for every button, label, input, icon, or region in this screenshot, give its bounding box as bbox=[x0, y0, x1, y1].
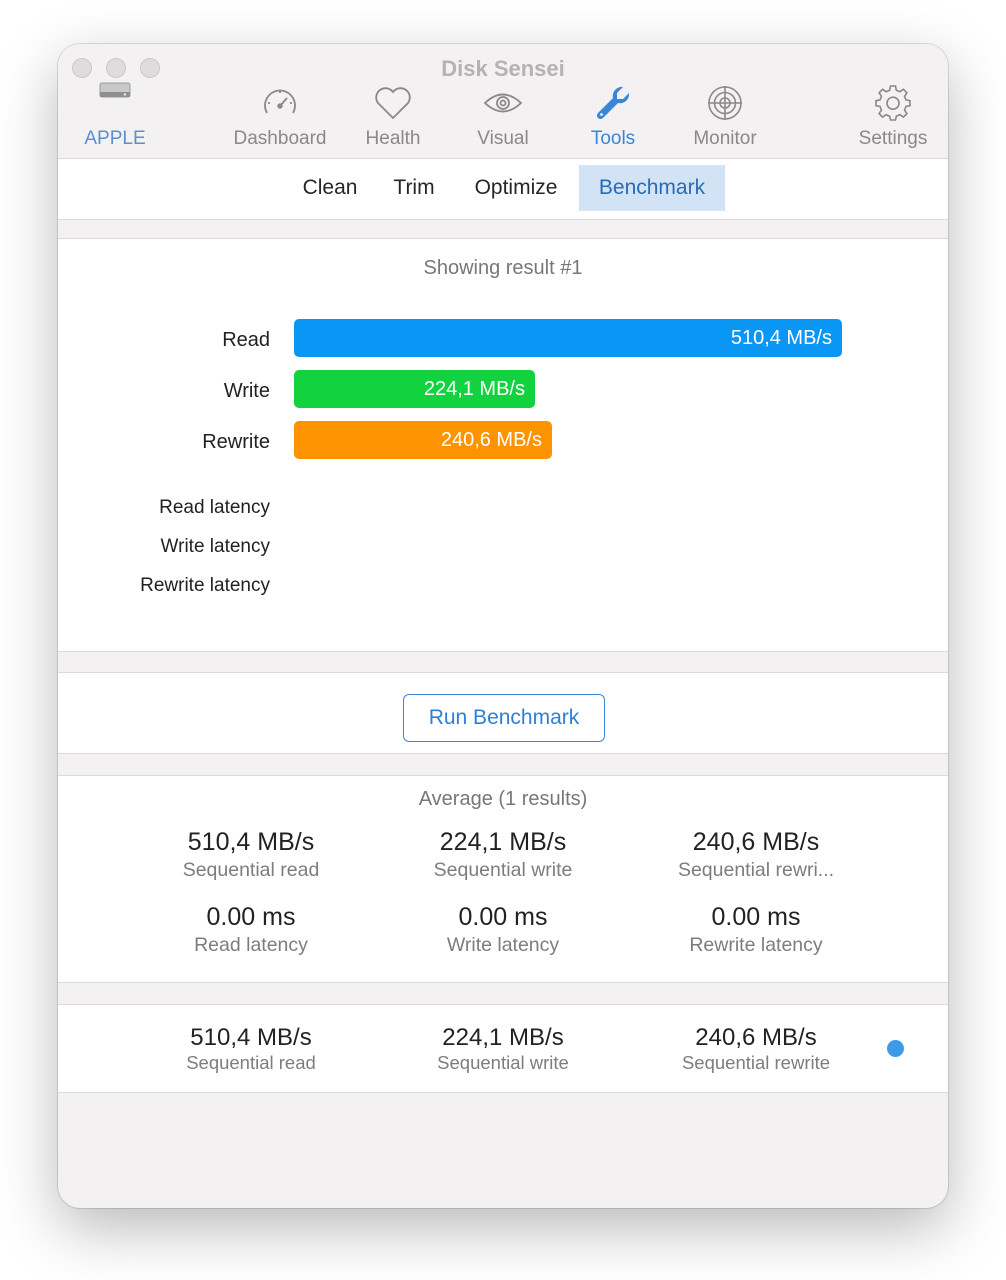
avg-read-latency: 0.00 ms Read latency bbox=[126, 903, 376, 957]
avg-rewrite-latency-value: 0.00 ms bbox=[711, 903, 801, 931]
tab-clean[interactable]: Clean bbox=[290, 165, 370, 211]
toolbar-label-health: Health bbox=[365, 128, 421, 149]
avg-rewrite-label: Sequential rewri... bbox=[677, 859, 835, 881]
avg-write-value: 224,1 MB/s bbox=[439, 828, 567, 856]
avg-write-latency: 0.00 ms Write latency bbox=[378, 903, 628, 957]
gear-icon bbox=[850, 82, 936, 124]
heart-icon bbox=[353, 82, 433, 124]
toolbar-item-settings[interactable]: Settings bbox=[850, 82, 936, 150]
history-rewrite-value: 240,6 MB/s bbox=[695, 1024, 817, 1051]
avg-read-value: 510,4 MB/s bbox=[187, 828, 315, 856]
rewrite-label: Rewrite bbox=[202, 431, 270, 453]
history-read-value: 510,4 MB/s bbox=[190, 1024, 312, 1051]
avg-rewrite-latency-label: Rewrite latency bbox=[689, 934, 823, 956]
toolbar-item-health[interactable]: Health bbox=[353, 82, 433, 150]
read-latency-label: Read latency bbox=[159, 497, 270, 518]
average-caption: Average (1 results) bbox=[418, 788, 588, 810]
history-write-label: Sequential write bbox=[437, 1052, 569, 1073]
avg-read-label: Sequential read bbox=[182, 859, 320, 881]
write-speed-bar: 224,1 MB/s bbox=[294, 370, 535, 408]
toolbar-item-visual[interactable]: Visual bbox=[463, 82, 543, 150]
toolbar: Disk Sensei APPLE Dashboard Health Visua… bbox=[58, 44, 948, 158]
avg-read-latency-label: Read latency bbox=[194, 934, 308, 956]
history-sequential-read: 510,4 MB/s Sequential read bbox=[126, 1024, 376, 1074]
history-sequential-rewrite: 240,6 MB/s Sequential rewrite bbox=[631, 1024, 881, 1074]
read-label: Read bbox=[222, 329, 270, 351]
toolbar-label-settings: Settings bbox=[858, 128, 928, 149]
read-speed-value: 510,4 MB/s bbox=[730, 327, 832, 349]
eye-icon bbox=[463, 82, 543, 124]
toolbar-item-tools[interactable]: Tools bbox=[573, 82, 653, 150]
tools-subtab-bar: Clean Trim Optimize Benchmark bbox=[58, 158, 948, 220]
read-speed-bar: 510,4 MB/s bbox=[294, 319, 842, 357]
toolbar-item-monitor[interactable]: Monitor bbox=[680, 82, 770, 150]
history-rewrite-label: Sequential rewrite bbox=[681, 1052, 831, 1073]
disk-selector[interactable]: APPLE bbox=[70, 82, 160, 150]
average-results-panel: Average (1 results) 510,4 MB/s Sequentia… bbox=[58, 775, 948, 983]
avg-rewrite-value: 240,6 MB/s bbox=[692, 828, 820, 856]
disk-name-label: APPLE bbox=[84, 128, 146, 149]
window-title: Disk Sensei bbox=[441, 56, 565, 81]
toolbar-label-tools: Tools bbox=[590, 128, 636, 149]
result-caption: Showing result #1 bbox=[423, 257, 583, 279]
history-sequential-write: 224,1 MB/s Sequential write bbox=[378, 1024, 628, 1074]
history-write-value: 224,1 MB/s bbox=[442, 1024, 564, 1051]
tab-optimize[interactable]: Optimize bbox=[462, 165, 570, 211]
write-latency-label: Write latency bbox=[160, 536, 270, 557]
hard-disk-icon bbox=[70, 82, 160, 108]
wrench-icon bbox=[573, 82, 653, 124]
avg-write-latency-label: Write latency bbox=[446, 934, 560, 956]
toolbar-item-dashboard[interactable]: Dashboard bbox=[230, 82, 330, 150]
run-benchmark-button[interactable]: Run Benchmark bbox=[403, 694, 605, 742]
tab-benchmark[interactable]: Benchmark bbox=[579, 165, 725, 211]
avg-rewrite-latency: 0.00 ms Rewrite latency bbox=[631, 903, 881, 957]
benchmark-result-panel: Showing result #1 Read 510,4 MB/s Write … bbox=[58, 238, 948, 652]
history-row[interactable]: 510,4 MB/s Sequential read 224,1 MB/s Se… bbox=[58, 1004, 948, 1093]
write-speed-value: 224,1 MB/s bbox=[423, 378, 525, 400]
rewrite-speed-value: 240,6 MB/s bbox=[440, 429, 542, 451]
app-window: Disk Sensei APPLE Dashboard Health Visua… bbox=[58, 44, 948, 1208]
history-read-label: Sequential read bbox=[186, 1052, 316, 1073]
avg-read-latency-value: 0.00 ms bbox=[206, 903, 296, 931]
avg-sequential-read: 510,4 MB/s Sequential read bbox=[126, 828, 376, 882]
tab-trim[interactable]: Trim bbox=[380, 165, 448, 211]
toolbar-label-dashboard: Dashboard bbox=[233, 128, 327, 149]
run-benchmark-panel: Run Benchmark bbox=[58, 672, 948, 754]
avg-write-latency-value: 0.00 ms bbox=[458, 903, 548, 931]
rewrite-latency-label: Rewrite latency bbox=[140, 575, 270, 596]
avg-write-label: Sequential write bbox=[433, 859, 573, 881]
toolbar-label-monitor: Monitor bbox=[693, 128, 757, 149]
rewrite-speed-bar: 240,6 MB/s bbox=[294, 421, 552, 459]
write-label: Write bbox=[223, 380, 270, 402]
radar-icon bbox=[680, 82, 770, 124]
avg-sequential-write: 224,1 MB/s Sequential write bbox=[378, 828, 628, 882]
speedometer-icon bbox=[230, 82, 330, 124]
avg-sequential-rewrite: 240,6 MB/s Sequential rewri... bbox=[631, 828, 881, 882]
toolbar-label-visual: Visual bbox=[477, 128, 529, 149]
selected-result-indicator bbox=[887, 1040, 904, 1057]
